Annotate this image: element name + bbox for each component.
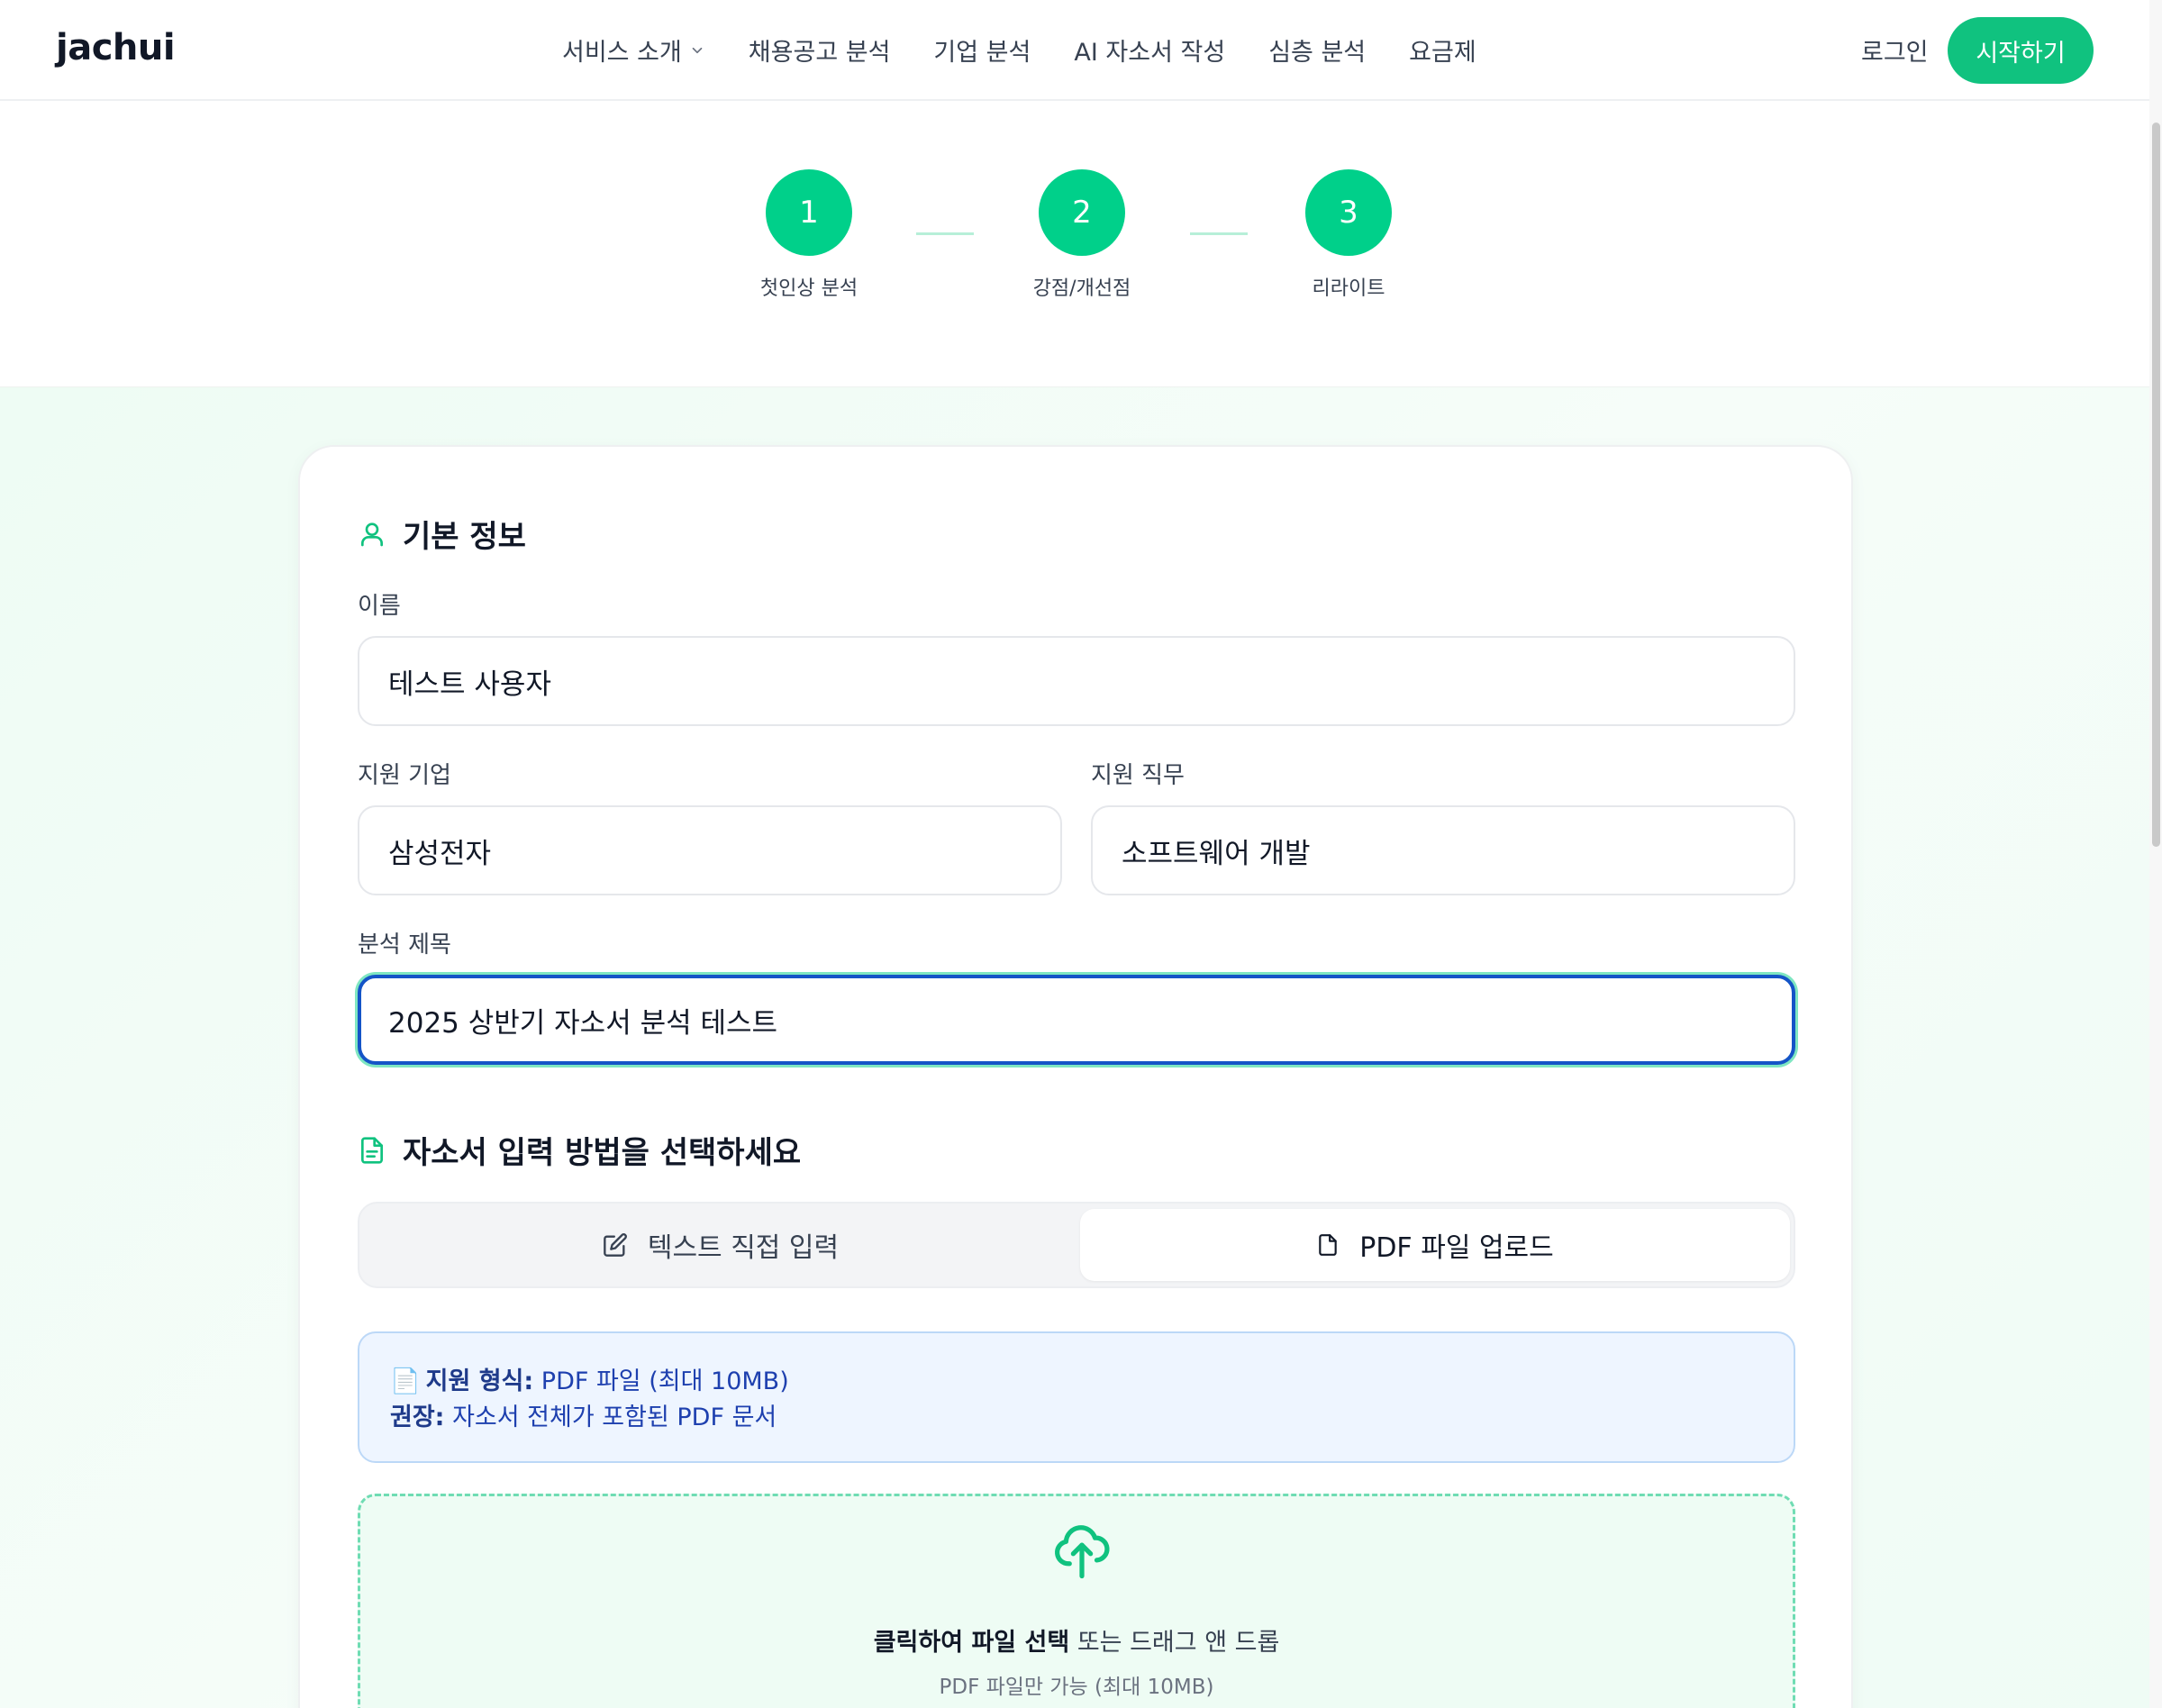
progress-steps: 1 첫인상 분석 2 강점/개선점 3 리라이트 xyxy=(0,101,2149,387)
file-icon xyxy=(1319,1234,1337,1256)
format-label: 지원 형식: xyxy=(425,1367,534,1395)
subject-input-value: 2025 상반기 자소서 분석 테스트 xyxy=(388,1006,778,1040)
subject-input[interactable]: 2025 상반기 자소서 분석 테스트 xyxy=(358,975,1795,1065)
dropzone-instruction-bold: 클릭하여 파일 선택 xyxy=(873,1629,1070,1657)
input-method-tabs: 텍스트 직접 입력 PDF 파일 업로드 xyxy=(358,1202,1795,1288)
nav-label: 서비스 소개 xyxy=(562,39,682,67)
company-label: 지원 기업 xyxy=(358,762,451,789)
section-title-text: 기본 정보 xyxy=(403,519,526,555)
basic-info-heading: 기본 정보 xyxy=(358,512,526,556)
page-icon: 📄 xyxy=(390,1367,421,1395)
tab-label: PDF 파일 업로드 xyxy=(1359,1232,1554,1264)
step-number: 1 xyxy=(766,169,852,256)
main-nav: 서비스 소개 채용공고 분석 기업 분석 AI 자소서 작성 심층 분석 요금제 xyxy=(562,32,1520,68)
step-connector xyxy=(916,232,974,235)
job-input[interactable]: 소프트웨어 개발 xyxy=(1091,805,1795,895)
analysis-form-card: 기본 정보 이름 테스트 사용자 지원 기업 삼성전자 지원 직무 소프트웨어 … xyxy=(298,445,1853,1708)
step-1: 1 첫인상 분석 xyxy=(719,169,899,301)
step-label: 리라이트 xyxy=(1312,277,1385,300)
scrollbar-thumb[interactable] xyxy=(2152,123,2160,847)
section-title-text: 자소서 입력 방법을 선택하세요 xyxy=(403,1135,802,1171)
nav-company-analysis[interactable]: 기업 분석 xyxy=(933,32,1031,68)
chevron-down-icon xyxy=(692,47,703,53)
start-button[interactable]: 시작하기 xyxy=(1948,17,2094,84)
user-icon xyxy=(361,522,383,546)
step-number: 2 xyxy=(1039,169,1125,256)
step-label: 첫인상 분석 xyxy=(759,277,858,300)
company-input[interactable]: 삼성전자 xyxy=(358,805,1062,895)
name-label: 이름 xyxy=(358,593,401,620)
pdf-dropzone[interactable]: 클릭하여 파일 선택 또는 드래그 앤 드롭 PDF 파일만 가능 (최대 10… xyxy=(358,1494,1795,1708)
format-value: PDF 파일 (최대 10MB) xyxy=(540,1367,789,1395)
step-connector xyxy=(1190,232,1248,235)
cloud-upload-icon xyxy=(1055,1525,1110,1579)
job-label: 지원 직무 xyxy=(1091,762,1185,789)
edit-icon xyxy=(604,1233,627,1257)
company-input-value: 삼성전자 xyxy=(388,837,492,870)
subject-label: 분석 제목 xyxy=(358,931,451,958)
step-3: 3 리라이트 xyxy=(1258,169,1439,301)
input-method-heading: 자소서 입력 방법을 선택하세요 xyxy=(358,1128,801,1172)
nav-deep-analysis[interactable]: 심층 분석 xyxy=(1268,32,1366,68)
nav-pricing[interactable]: 요금제 xyxy=(1409,32,1476,68)
login-link[interactable]: 로그인 xyxy=(1861,32,1929,68)
dropzone-instruction: 클릭하여 파일 선택 또는 드래그 앤 드롭 xyxy=(360,1622,1793,1658)
recommend-line: 권장: 자소서 전체가 포함된 PDF 문서 xyxy=(390,1400,1763,1436)
name-input-value: 테스트 사용자 xyxy=(388,668,551,701)
top-navigation-bar: jachui 서비스 소개 채용공고 분석 기업 분석 AI 자소서 작성 심층… xyxy=(0,0,2149,101)
dropzone-instruction-rest: 또는 드래그 앤 드롭 xyxy=(1076,1629,1280,1657)
recommend-value: 자소서 전체가 포함된 PDF 문서 xyxy=(452,1404,777,1431)
step-number: 3 xyxy=(1305,169,1392,256)
job-input-value: 소프트웨어 개발 xyxy=(1122,837,1311,870)
dropzone-hint: PDF 파일만 가능 (최대 10MB) xyxy=(939,1676,1214,1699)
nav-service-intro[interactable]: 서비스 소개 xyxy=(562,32,705,68)
tab-text-input[interactable]: 텍스트 직접 입력 xyxy=(365,1209,1076,1281)
tab-pdf-upload[interactable]: PDF 파일 업로드 xyxy=(1080,1209,1790,1281)
step-2: 2 강점/개선점 xyxy=(992,169,1172,301)
document-icon xyxy=(361,1136,383,1164)
nav-job-posting-analysis[interactable]: 채용공고 분석 xyxy=(749,32,891,68)
recommend-label: 권장: xyxy=(390,1404,445,1431)
upload-info-box: 📄 지원 형식: PDF 파일 (최대 10MB) 권장: 자소서 전체가 포함된… xyxy=(358,1331,1795,1463)
step-label: 강점/개선점 xyxy=(1032,277,1131,300)
name-input[interactable]: 테스트 사용자 xyxy=(358,636,1795,726)
logo[interactable]: jachui xyxy=(56,27,176,68)
tab-label: 텍스트 직접 입력 xyxy=(647,1232,840,1264)
format-line: 📄 지원 형식: PDF 파일 (최대 10MB) xyxy=(390,1364,1763,1400)
nav-ai-resume-writing[interactable]: AI 자소서 작성 xyxy=(1074,32,1225,68)
